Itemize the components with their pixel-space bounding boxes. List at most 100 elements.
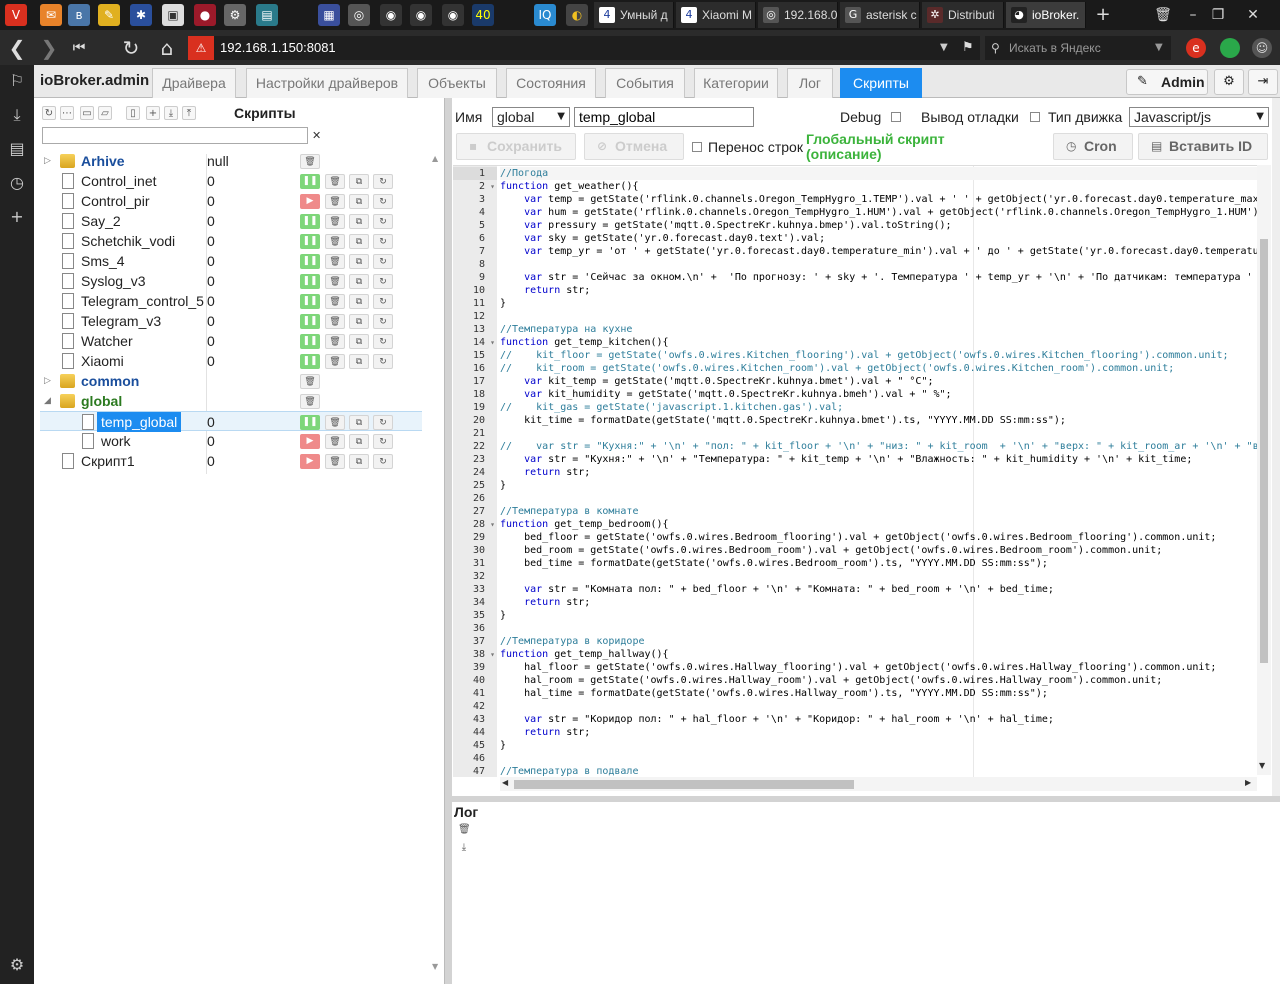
vertical-scroll-thumb[interactable] bbox=[1260, 239, 1268, 663]
folder-icon[interactable]: ▭ bbox=[80, 106, 94, 120]
copy-icon[interactable]: ⧉ bbox=[349, 194, 369, 209]
pinned-tab-icon[interactable]: ▤ bbox=[256, 4, 278, 26]
settings-gear-icon[interactable]: ⚙ bbox=[5, 953, 29, 977]
settings-button[interactable]: ⚙ bbox=[1214, 69, 1244, 95]
fold-icon[interactable]: ▾ bbox=[490, 648, 495, 661]
pinned-tab-icon[interactable]: ✱ bbox=[130, 4, 152, 26]
copy-icon[interactable]: ⧉ bbox=[349, 214, 369, 229]
copy-icon[interactable]: ⧉ bbox=[349, 454, 369, 469]
pinned-tab-icon[interactable]: IQ bbox=[534, 4, 556, 26]
pinned-tab-icon[interactable]: ◉ bbox=[442, 4, 464, 26]
tab-log[interactable]: Лог bbox=[787, 68, 833, 98]
folder-open-icon[interactable]: ▱ bbox=[98, 106, 112, 120]
tab-objects[interactable]: Объекты bbox=[417, 68, 497, 98]
extension-icon[interactable]: e bbox=[1186, 38, 1206, 58]
delete-icon[interactable]: 🗑 bbox=[325, 434, 345, 449]
script-row[interactable]: Скрипт1 0 ▶ 🗑 ⧉ ↻ bbox=[40, 451, 422, 471]
restart-icon[interactable]: ↻ bbox=[373, 234, 393, 249]
pause-icon[interactable]: ❚❚ bbox=[300, 314, 320, 329]
play-icon[interactable]: ▶ bbox=[300, 454, 320, 469]
copy-icon[interactable]: ⧉ bbox=[349, 234, 369, 249]
scroll-left-icon[interactable]: ◀ bbox=[502, 778, 508, 787]
delete-icon[interactable]: 🗑 bbox=[300, 154, 320, 169]
tab-scripts[interactable]: Скрипты bbox=[840, 68, 922, 98]
browser-tab[interactable]: ◎ 192.168.0 bbox=[758, 2, 838, 28]
cancel-button[interactable]: ⊘ Отмена bbox=[584, 133, 684, 160]
delete-icon[interactable]: 🗑 bbox=[300, 374, 320, 389]
script-row[interactable]: Telegram_control_5 0 ❚❚ 🗑 ⧉ ↻ bbox=[40, 291, 422, 311]
script-row[interactable]: temp_global 0 ❚❚ 🗑 ⧉ ↻ bbox=[40, 411, 422, 432]
pause-icon[interactable]: ❚❚ bbox=[300, 274, 320, 289]
verbose-checkbox[interactable] bbox=[1030, 112, 1040, 122]
rewind-icon[interactable]: ⏮ bbox=[66, 35, 92, 61]
restart-icon[interactable]: ↻ bbox=[373, 354, 393, 369]
copy-icon[interactable]: ⧉ bbox=[349, 434, 369, 449]
pinned-tab-icon[interactable]: ▦ bbox=[318, 4, 340, 26]
admin-button[interactable]: ✎ Admin bbox=[1126, 69, 1208, 95]
trash-icon[interactable]: 🗑 bbox=[458, 824, 471, 836]
vivaldi-menu-icon[interactable]: V bbox=[5, 4, 27, 26]
download-icon[interactable]: ⤓ bbox=[458, 842, 470, 854]
copy-icon[interactable]: ⧉ bbox=[349, 174, 369, 189]
delete-icon[interactable]: 🗑 bbox=[300, 394, 320, 409]
minimize-icon[interactable]: – bbox=[1180, 3, 1206, 27]
pause-icon[interactable]: ❚❚ bbox=[300, 294, 320, 309]
folder-select[interactable]: global ▼ bbox=[492, 107, 570, 127]
tab-instances[interactable]: Настройки драйверов bbox=[246, 68, 408, 98]
debug-checkbox[interactable] bbox=[891, 112, 901, 122]
pinned-tab-icon[interactable]: ✎ bbox=[98, 4, 120, 26]
add-icon[interactable]: + bbox=[146, 106, 160, 120]
folder-row[interactable]: ▷ common 🗑 bbox=[40, 371, 422, 391]
delete-icon[interactable]: 🗑 bbox=[325, 354, 345, 369]
notes-icon[interactable]: ▤ bbox=[5, 137, 29, 161]
browser-tab[interactable]: 4 Xiaomi M bbox=[676, 2, 756, 28]
delete-icon[interactable]: 🗑 bbox=[325, 314, 345, 329]
delete-icon[interactable]: 🗑 bbox=[325, 294, 345, 309]
add-panel-icon[interactable]: + bbox=[5, 205, 29, 229]
bookmark-icon[interactable]: ⚑ bbox=[962, 36, 974, 60]
script-row[interactable]: Say_2 0 ❚❚ 🗑 ⧉ ↻ bbox=[40, 211, 422, 231]
scripts-filter-input[interactable] bbox=[42, 127, 308, 144]
restart-icon[interactable]: ↻ bbox=[373, 415, 393, 430]
delete-icon[interactable]: 🗑 bbox=[325, 334, 345, 349]
play-icon[interactable]: ▶ bbox=[300, 194, 320, 209]
restart-icon[interactable]: ↻ bbox=[373, 454, 393, 469]
code-vertical-scrollbar[interactable]: ▼ bbox=[1257, 165, 1271, 775]
restore-icon[interactable]: ❐ bbox=[1205, 3, 1231, 27]
pause-icon[interactable]: ❚❚ bbox=[300, 174, 320, 189]
pinned-tab-icon[interactable]: ▣ bbox=[162, 4, 184, 26]
browser-tab[interactable]: G asterisk c bbox=[840, 2, 920, 28]
pinned-tab-icon[interactable]: в bbox=[68, 4, 90, 26]
script-row[interactable]: Watcher 0 ❚❚ 🗑 ⧉ ↻ bbox=[40, 331, 422, 351]
engine-select[interactable]: Javascript/js ▼ bbox=[1129, 107, 1269, 127]
restart-icon[interactable]: ↻ bbox=[373, 194, 393, 209]
history-icon[interactable]: ◷ bbox=[5, 171, 29, 195]
script-row[interactable]: Sms_4 0 ❚❚ 🗑 ⧉ ↻ bbox=[40, 251, 422, 271]
restart-icon[interactable]: ↻ bbox=[373, 294, 393, 309]
delete-icon[interactable]: 🗑 bbox=[325, 174, 345, 189]
save-button[interactable]: ▪ Сохранить bbox=[456, 133, 576, 160]
browser-tab-active[interactable]: ◕ ioBroker. bbox=[1006, 2, 1086, 28]
pinned-tab-icon[interactable]: ◉ bbox=[410, 4, 432, 26]
script-row[interactable]: Syslog_v3 0 ❚❚ 🗑 ⧉ ↻ bbox=[40, 271, 422, 291]
script-row[interactable]: Control_inet 0 ❚❚ 🗑 ⧉ ↻ bbox=[40, 171, 422, 191]
bookmarks-icon[interactable]: ⚐ bbox=[5, 69, 29, 93]
script-row[interactable]: work 0 ▶ 🗑 ⧉ ↻ bbox=[40, 431, 422, 451]
home-icon[interactable]: ⌂ bbox=[154, 35, 180, 61]
restart-icon[interactable]: ↻ bbox=[373, 334, 393, 349]
extension-icon[interactable] bbox=[1220, 38, 1240, 58]
tab-events[interactable]: События bbox=[605, 68, 685, 98]
copy-icon[interactable]: ⧉ bbox=[349, 274, 369, 289]
script-row[interactable]: Xiaomi 0 ❚❚ 🗑 ⧉ ↻ bbox=[40, 351, 422, 371]
profile-icon[interactable]: ☺ bbox=[1252, 38, 1272, 58]
back-icon[interactable]: ❮ bbox=[4, 35, 30, 61]
close-window-icon[interactable]: ✕ bbox=[1240, 3, 1266, 27]
refresh-icon[interactable]: ↻ bbox=[42, 106, 56, 120]
reload-icon[interactable]: ↻ bbox=[118, 35, 144, 61]
pause-icon[interactable]: ❚❚ bbox=[300, 234, 320, 249]
fold-icon[interactable]: ▾ bbox=[490, 518, 495, 531]
pause-icon[interactable]: ❚❚ bbox=[300, 254, 320, 269]
delete-icon[interactable]: 🗑 bbox=[325, 454, 345, 469]
restart-icon[interactable]: ↻ bbox=[373, 434, 393, 449]
copy-icon[interactable]: ⧉ bbox=[349, 354, 369, 369]
